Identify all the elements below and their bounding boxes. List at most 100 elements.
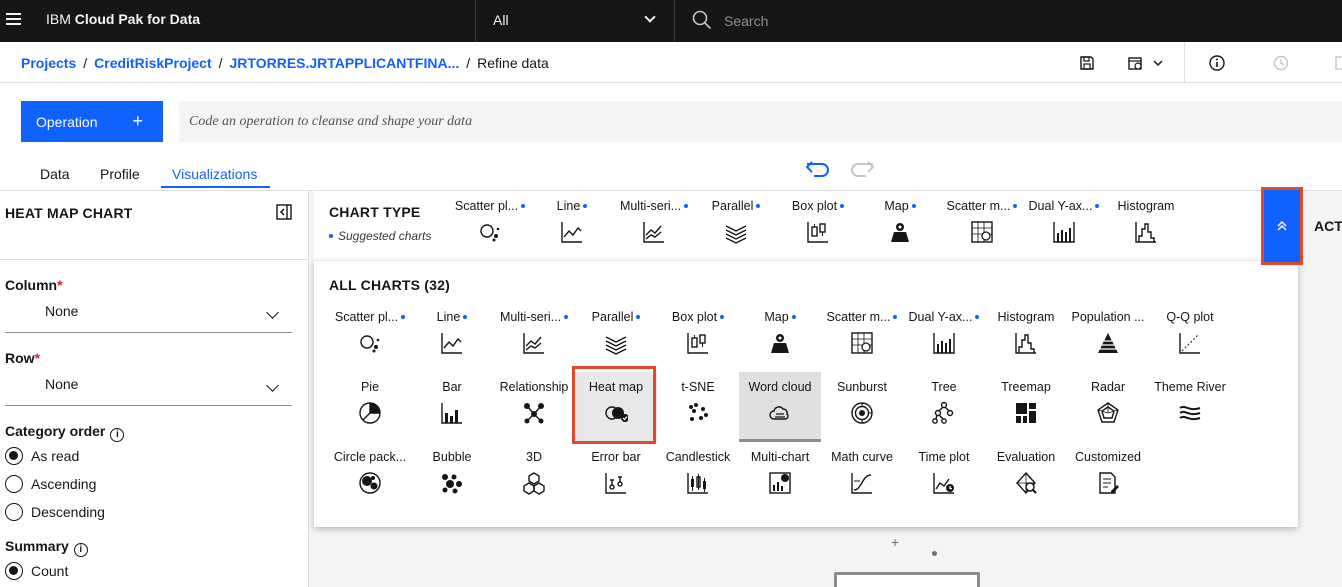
suggested-dot bbox=[1013, 204, 1018, 208]
operation-button[interactable]: Operation + bbox=[21, 101, 163, 142]
breadcrumb-projects[interactable]: Projects bbox=[21, 55, 76, 71]
code-operation-input[interactable] bbox=[179, 101, 1342, 142]
chart-option-parallel[interactable]: Parallel bbox=[695, 199, 777, 261]
chart-option-multi-seri[interactable]: Multi-seri... bbox=[613, 199, 695, 261]
chart-option-scatter-m[interactable]: Scatter m... bbox=[821, 310, 903, 372]
tab-data[interactable]: Data bbox=[40, 166, 70, 182]
chart-option-tree[interactable]: Tree bbox=[903, 380, 985, 442]
chart-option-label: Multi-seri... bbox=[493, 310, 575, 324]
word-cloud-icon bbox=[769, 406, 789, 420]
chart-option-scatter-pl[interactable]: Scatter pl... bbox=[329, 310, 411, 372]
radio-ascending[interactable]: Ascending bbox=[5, 474, 125, 494]
chevron-down-icon[interactable] bbox=[1152, 57, 1164, 69]
chart-option-label: Multi-chart bbox=[750, 450, 810, 464]
radio-descending[interactable]: Descending bbox=[5, 502, 125, 522]
info-icon[interactable]: i bbox=[110, 428, 125, 442]
chart-option-circle-pack[interactable]: Circle pack... bbox=[329, 450, 411, 512]
product-name[interactable]: IBM Cloud Pak for Data bbox=[46, 11, 200, 27]
chart-option-scatter-m[interactable]: Scatter m... bbox=[941, 199, 1023, 261]
hamburger-menu-icon[interactable] bbox=[6, 11, 22, 27]
settings-icon[interactable] bbox=[1334, 54, 1342, 72]
info-icon[interactable]: i bbox=[73, 543, 88, 557]
chart-option-bubble[interactable]: Bubble bbox=[411, 450, 493, 512]
chart-option-radar[interactable]: Radar bbox=[1067, 380, 1149, 442]
chart-option-multi-seri[interactable]: Multi-seri... bbox=[493, 310, 575, 372]
chart-option-histogram[interactable]: Histogram bbox=[1105, 199, 1187, 261]
chart-option-label: Word cloud bbox=[748, 380, 812, 394]
chart-option-sunburst[interactable]: Sunburst bbox=[821, 380, 903, 442]
search-scope-dropdown[interactable]: All bbox=[475, 0, 675, 42]
chart-option-label: Scatter pl... bbox=[329, 310, 411, 324]
bubble-icon bbox=[442, 474, 462, 494]
chart-option-multi-chart[interactable]: Multi-chart bbox=[739, 450, 821, 512]
chart-option-box-plot[interactable]: Box plot bbox=[657, 310, 739, 372]
chart-option-label: Population ... bbox=[1071, 310, 1145, 324]
global-search-input[interactable] bbox=[724, 8, 1324, 34]
candlestick-icon bbox=[687, 473, 708, 494]
chart-option-line[interactable]: Line bbox=[531, 199, 613, 261]
chart-option-population[interactable]: Population ... bbox=[1067, 310, 1149, 372]
chart-option-line[interactable]: Line bbox=[411, 310, 493, 372]
chart-settings-panel: HEAT MAP CHART Column* None Row* None Ca… bbox=[0, 191, 309, 587]
save-job-icon[interactable] bbox=[1127, 54, 1145, 72]
chart-option-word-cloud[interactable]: Word cloud bbox=[739, 372, 821, 442]
row-select[interactable]: None bbox=[5, 373, 292, 406]
histogram-icon bbox=[1135, 222, 1156, 243]
suggested-dot bbox=[911, 204, 916, 208]
tab-profile[interactable]: Profile bbox=[100, 166, 140, 182]
chart-option-3d[interactable]: 3D bbox=[493, 450, 575, 512]
theme-river-icon bbox=[1179, 405, 1201, 421]
history-icon[interactable] bbox=[1272, 54, 1290, 72]
chart-option-label: Evaluation bbox=[996, 450, 1056, 464]
suggested-dot bbox=[401, 315, 406, 319]
column-select[interactable]: None bbox=[5, 300, 292, 333]
chart-option-relationship[interactable]: Relationship bbox=[493, 380, 575, 442]
panel-title: HEAT MAP CHART bbox=[5, 205, 133, 221]
chart-option-pie[interactable]: Pie bbox=[329, 380, 411, 442]
chart-option-label: 3D bbox=[526, 450, 542, 464]
canvas-node[interactable] bbox=[834, 572, 980, 587]
info-icon[interactable] bbox=[1208, 54, 1226, 72]
save-icon[interactable] bbox=[1078, 54, 1096, 72]
chart-option-q-q-plot[interactable]: Q-Q plot bbox=[1149, 310, 1231, 372]
chart-option-histogram[interactable]: Histogram bbox=[985, 310, 1067, 372]
chart-option-error-bar[interactable]: Error bar bbox=[575, 450, 657, 512]
chart-option-parallel[interactable]: Parallel bbox=[575, 310, 657, 372]
radio-as-read[interactable]: As read bbox=[5, 446, 125, 466]
radio-count[interactable]: Count bbox=[5, 561, 125, 581]
customized-icon bbox=[1099, 472, 1119, 494]
chart-option-map[interactable]: Map bbox=[739, 310, 821, 372]
chart-option-dual-y-ax[interactable]: Dual Y-ax... bbox=[903, 310, 985, 372]
chart-option-t-sne[interactable]: t-SNE bbox=[657, 380, 739, 442]
scatter-plot-icon bbox=[480, 224, 500, 242]
chart-option-evaluation[interactable]: Evaluation bbox=[985, 450, 1067, 512]
error-bar-icon bbox=[605, 473, 626, 494]
chart-option-theme-river[interactable]: Theme River bbox=[1149, 380, 1231, 442]
redo-icon[interactable] bbox=[846, 158, 876, 178]
chart-option-label: Line bbox=[411, 310, 493, 324]
chart-option-label: Radar bbox=[1090, 380, 1126, 394]
undo-icon[interactable] bbox=[804, 158, 834, 178]
chart-option-time-plot[interactable]: Time plot bbox=[903, 450, 985, 512]
breadcrumb-project[interactable]: CreditRiskProject bbox=[94, 55, 211, 71]
chart-option-math-curve[interactable]: Math curve bbox=[821, 450, 903, 512]
chart-option-box-plot[interactable]: Box plot bbox=[777, 199, 859, 261]
scatter-matrix-icon bbox=[971, 221, 993, 243]
chart-option-treemap[interactable]: Treemap bbox=[985, 380, 1067, 442]
chart-option-scatter-pl[interactable]: Scatter pl... bbox=[449, 199, 531, 261]
chart-option-label: Multi-seri... bbox=[613, 199, 695, 213]
chart-option-label: Parallel bbox=[695, 199, 777, 213]
add-node-icon[interactable]: + bbox=[891, 534, 899, 550]
chart-option-candlestick[interactable]: Candlestick bbox=[657, 450, 739, 512]
tab-visualizations[interactable]: Visualizations bbox=[172, 166, 257, 182]
breadcrumb-asset[interactable]: JRTORRES.JRTAPPLICANTFINA... bbox=[230, 55, 460, 71]
actions-label: ACTI bbox=[1314, 218, 1342, 234]
chart-option-map[interactable]: Map bbox=[859, 199, 941, 261]
expand-button-highlight bbox=[1261, 187, 1303, 265]
chart-option-label: Scatter pl... bbox=[449, 199, 531, 213]
chart-option-customized[interactable]: Customized bbox=[1067, 450, 1149, 512]
chart-option-bar[interactable]: Bar bbox=[411, 380, 493, 442]
suggested-dot bbox=[756, 204, 761, 208]
collapse-panel-icon[interactable] bbox=[276, 204, 292, 220]
chart-option-dual-y-ax[interactable]: Dual Y-ax... bbox=[1023, 199, 1105, 261]
